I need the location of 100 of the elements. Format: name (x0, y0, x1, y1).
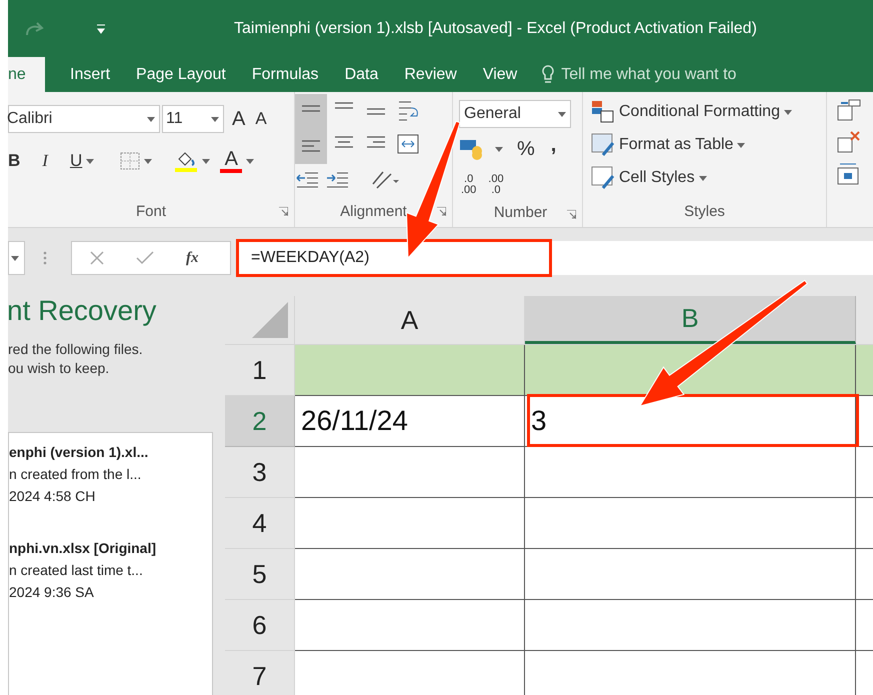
percent-style-button[interactable]: % (517, 134, 535, 164)
file-name[interactable]: nphi.vn.xlsx [Original] (9, 537, 212, 559)
underline-button[interactable]: U (70, 148, 82, 174)
table-cell[interactable] (525, 600, 856, 651)
file-description: n created last time t... (9, 561, 144, 580)
table-cell[interactable] (856, 447, 873, 498)
file-timestamp: 2024 9:36 SA (9, 583, 95, 602)
dropdown-caret-icon[interactable] (246, 158, 254, 164)
increase-decimal-button[interactable]: .0 .00 (461, 174, 476, 196)
top-align-button[interactable] (295, 94, 327, 164)
borders-icon[interactable] (120, 152, 140, 170)
font-size-dropdown[interactable]: 11 (162, 105, 224, 133)
dropdown-caret-icon[interactable] (211, 116, 219, 122)
table-cell[interactable] (295, 600, 525, 651)
name-box[interactable] (8, 241, 25, 275)
table-cell[interactable] (295, 549, 525, 600)
row-header[interactable]: 5 (225, 549, 295, 600)
table-cell[interactable]: 26/11/24 (295, 396, 525, 447)
group-label: Alignment (340, 202, 407, 222)
table-cell[interactable] (295, 345, 525, 396)
table-icon[interactable] (591, 166, 615, 190)
decrease-decimal-button[interactable]: .00 .0 (488, 174, 504, 196)
delete-cells-icon[interactable] (837, 130, 861, 154)
dropdown-caret-icon[interactable] (495, 146, 503, 152)
insert-function-button[interactable]: fx (186, 246, 198, 270)
customize-icon[interactable] (96, 24, 106, 34)
dropdown-caret-icon[interactable] (11, 256, 19, 260)
table-cell[interactable] (295, 447, 525, 498)
dialog-launcher-icon[interactable] (279, 207, 288, 216)
font-color-button[interactable]: A (220, 149, 242, 173)
ribbon-tab[interactable]: ne (8, 57, 45, 92)
decrease-indent-icon[interactable] (295, 170, 319, 188)
wrap-text-icon[interactable] (397, 100, 421, 122)
grow-font-button[interactable]: A (232, 104, 246, 134)
cell-styles-button[interactable]: Cell Styles (591, 164, 826, 192)
table-cell[interactable] (856, 549, 873, 600)
row-header[interactable]: 1 (225, 345, 295, 396)
font-name-dropdown[interactable]: Calibri (8, 105, 160, 133)
table-icon[interactable] (591, 100, 615, 124)
dropdown-caret-icon[interactable] (144, 158, 152, 164)
dropdown-caret-icon[interactable] (698, 176, 707, 180)
italic-button[interactable]: I (42, 148, 48, 174)
dialog-launcher-icon[interactable] (567, 210, 576, 219)
dropdown-caret-icon[interactable] (737, 142, 746, 148)
table-cell[interactable] (295, 498, 525, 549)
file-timestamp: 2024 4:58 CH (9, 487, 96, 506)
group-label: Number (494, 203, 548, 224)
ribbon-tab[interactable]: Insert (70, 57, 110, 92)
insert-cells-icon[interactable] (837, 98, 861, 122)
enter-checkmark-icon[interactable] (136, 251, 154, 265)
table-cell[interactable] (856, 600, 873, 651)
dropdown-caret-icon[interactable] (147, 116, 155, 122)
window-title: Taimienphi (version 1).xlsb [Autosaved] - Excel (Product Activation Failed) (234, 18, 757, 38)
row-header[interactable]: 4 (225, 498, 295, 549)
dropdown-caret-icon[interactable] (86, 158, 94, 164)
dropdown-caret-icon[interactable] (202, 158, 210, 164)
pane-title: nt Recovery (7, 294, 158, 328)
lightbulb-icon[interactable] (541, 64, 556, 84)
tell-me-field[interactable]: Tell me what you want to (561, 62, 762, 86)
dropdown-caret-icon[interactable] (558, 112, 566, 116)
dialog-launcher-icon[interactable] (437, 207, 446, 216)
row-header[interactable]: 2 (225, 396, 295, 447)
table-cell[interactable] (525, 549, 856, 600)
row-header[interactable]: 3 (225, 447, 295, 498)
increase-indent-icon[interactable] (325, 170, 349, 188)
shrink-font-button[interactable]: A (255, 106, 267, 132)
number-format-dropdown[interactable]: General (459, 100, 571, 128)
column-header[interactable]: B (525, 296, 856, 344)
format-cells-icon[interactable] (837, 162, 861, 186)
table-icon[interactable] (591, 133, 615, 157)
table-cell[interactable] (525, 498, 856, 549)
merge-center-icon[interactable] (397, 134, 421, 154)
conditional-formatting-button[interactable]: Conditional Formatting (591, 98, 826, 126)
group-label: Font (136, 202, 166, 222)
pane-text: red the following files. (8, 340, 144, 359)
table-cell[interactable] (525, 447, 856, 498)
currency-icon[interactable] (459, 138, 485, 160)
table-cell[interactable] (856, 651, 873, 695)
bold-button[interactable]: B (8, 148, 20, 174)
table-cell[interactable] (525, 651, 856, 695)
table-cell[interactable] (856, 345, 873, 396)
table-cell[interactable] (295, 651, 525, 695)
file-name[interactable]: enphi (version 1).xl... (9, 441, 212, 463)
pane-text: ou wish to keep. (8, 359, 110, 378)
ribbon-tab[interactable]: View (482, 57, 518, 92)
formula-text: =WEEKDAY(A2) (251, 248, 370, 268)
ribbon-tab[interactable]: Page Layout (136, 57, 226, 92)
ribbon-tab[interactable]: Formulas (252, 57, 319, 92)
table-cell[interactable]: 3 (525, 396, 856, 447)
ribbon-tab[interactable]: Data (344, 57, 378, 92)
format-as-table-button[interactable]: Format as Table (591, 131, 826, 159)
table-cell[interactable] (856, 498, 873, 549)
row-header[interactable]: 6 (225, 600, 295, 651)
dropdown-caret-icon[interactable] (784, 110, 792, 114)
comma-style-button[interactable]: , (550, 130, 556, 160)
ribbon-tab[interactable]: Review (404, 57, 457, 92)
formula-bar[interactable]: =WEEKDAY(A2) (236, 241, 873, 275)
file-description: n created from the l... (9, 465, 142, 484)
fill-color-icon[interactable] (174, 150, 198, 172)
group-label: Styles (684, 202, 725, 222)
